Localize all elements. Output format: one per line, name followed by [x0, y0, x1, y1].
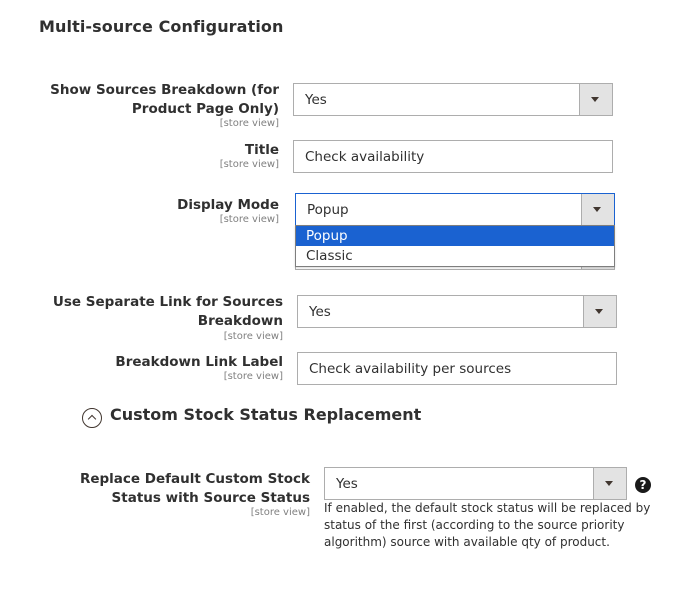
use-separate-link-label: Use Separate Link for Sources Breakdown: [40, 293, 283, 331]
scope-label: [store view]: [223, 331, 283, 342]
select-value: Yes: [336, 476, 358, 492]
label-line: Breakdown: [197, 313, 283, 329]
configuration-page: Multi-source Configuration Show Sources …: [0, 0, 685, 599]
select-button[interactable]: [579, 84, 612, 115]
label-line: Use Separate Link for Sources: [52, 294, 283, 310]
chevron-down-icon: [605, 481, 613, 486]
title-input[interactable]: Check availability: [293, 140, 613, 173]
collapse-section-icon[interactable]: [82, 408, 102, 428]
select-value: Popup: [307, 202, 349, 218]
dropdown-option-classic[interactable]: Classic: [296, 246, 614, 266]
title-label: Title: [244, 142, 279, 158]
select-button[interactable]: [581, 194, 614, 225]
show-sources-breakdown-select[interactable]: Yes: [293, 83, 613, 116]
breakdown-link-label-label: Breakdown Link Label: [115, 354, 283, 370]
breakdown-link-label-input[interactable]: Check availability per sources: [297, 352, 617, 385]
use-separate-link-select[interactable]: Yes: [297, 295, 617, 328]
scope-label: [store view]: [223, 371, 283, 382]
label-line: Show Sources Breakdown (for: [50, 82, 279, 98]
dropdown-option-popup[interactable]: Popup: [296, 226, 614, 246]
display-mode-label: Display Mode: [177, 197, 279, 213]
section-title: Multi-source Configuration: [39, 17, 284, 36]
display-mode-select[interactable]: Popup: [295, 193, 615, 226]
input-value: Check availability per sources: [309, 361, 512, 377]
chevron-up-icon: [87, 414, 97, 424]
show-sources-breakdown-label: Show Sources Breakdown (for Product Page…: [40, 81, 279, 119]
chevron-down-icon: [591, 97, 599, 102]
select-button[interactable]: [593, 468, 626, 499]
scope-label: [store view]: [219, 214, 279, 225]
label-line: Status with Source Status: [111, 490, 310, 506]
chevron-down-icon: [595, 309, 603, 314]
select-button[interactable]: [583, 296, 616, 327]
note-line: status of the first (according to the so…: [324, 518, 625, 532]
replace-default-select[interactable]: Yes: [324, 467, 627, 500]
note-line: algorithm) source with available qty of …: [324, 535, 610, 549]
scope-label: [store view]: [219, 159, 279, 170]
chevron-down-icon: [593, 207, 601, 212]
select-value: Yes: [309, 304, 331, 320]
display-mode-dropdown: Popup Classic: [295, 225, 615, 267]
field-note: If enabled, the default stock status wil…: [324, 500, 654, 551]
label-line: Replace Default Custom Stock: [79, 471, 310, 487]
select-value: Yes: [305, 92, 327, 108]
scope-label: [store view]: [250, 507, 310, 518]
input-value: Check availability: [305, 149, 425, 165]
label-line: Product Page Only): [131, 101, 279, 117]
help-icon[interactable]: ?: [635, 477, 651, 493]
custom-stock-section-title[interactable]: Custom Stock Status Replacement: [110, 405, 421, 424]
scope-label: [store view]: [219, 118, 279, 129]
note-line: If enabled, the default stock status wil…: [324, 501, 651, 515]
replace-default-label: Replace Default Custom Stock Status with…: [40, 470, 310, 508]
